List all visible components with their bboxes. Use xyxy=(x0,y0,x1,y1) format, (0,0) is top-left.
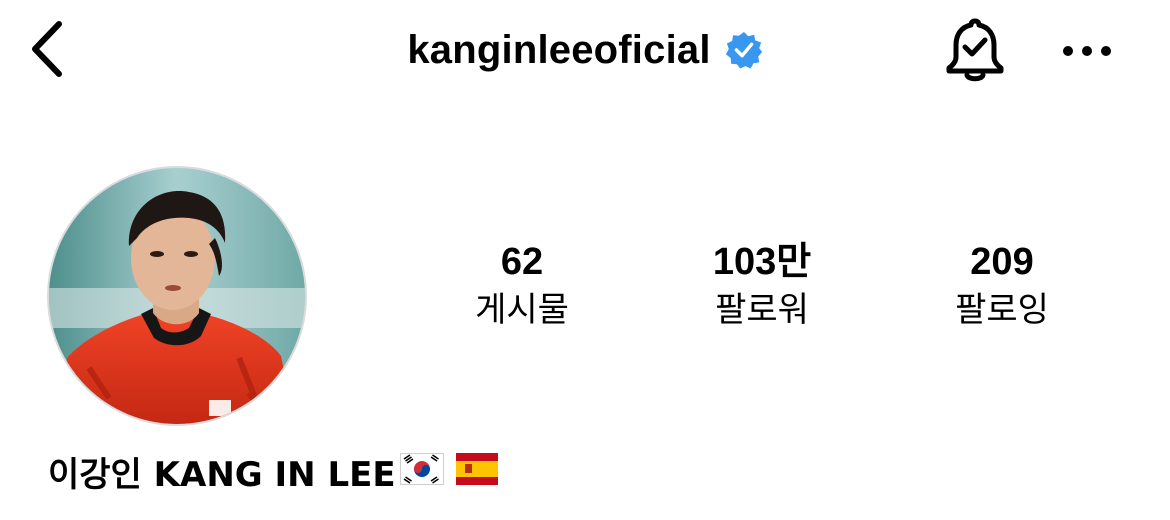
more-options-button[interactable] xyxy=(1052,26,1122,76)
stat-posts[interactable]: 62 게시물 xyxy=(422,238,622,332)
bell-check-icon xyxy=(946,18,1004,82)
full-name-text: 이강인 KANG IN LEE xyxy=(48,454,396,495)
username-title: kanginleeoficial xyxy=(407,27,711,72)
profile-full-name: 이강인 KANG IN LEE xyxy=(48,446,498,496)
stat-value: 103만 xyxy=(712,241,812,283)
ellipsis-icon xyxy=(1063,46,1111,56)
stat-label: 팔로워 xyxy=(715,290,809,330)
stat-value: 62 xyxy=(500,241,544,283)
stat-following[interactable]: 209 팔로잉 xyxy=(902,238,1102,332)
stat-value: 209 xyxy=(970,241,1034,283)
stat-followers[interactable]: 103만 팔로워 xyxy=(662,238,862,332)
spain-flag-icon xyxy=(455,452,498,490)
profile-photo xyxy=(49,168,305,424)
notifications-button[interactable] xyxy=(940,12,1010,86)
top-nav-bar: kanginleeoficial xyxy=(0,0,1170,100)
stat-label: 게시물 xyxy=(475,290,569,330)
stat-label: 팔로잉 xyxy=(955,290,1049,330)
verified-badge-icon xyxy=(725,31,762,69)
south-korea-flag-icon xyxy=(399,452,444,490)
profile-screen: kanginleeoficial 62 게시물 103만 팔로워 209 팔로잉… xyxy=(0,0,1170,520)
avatar[interactable] xyxy=(47,166,307,426)
